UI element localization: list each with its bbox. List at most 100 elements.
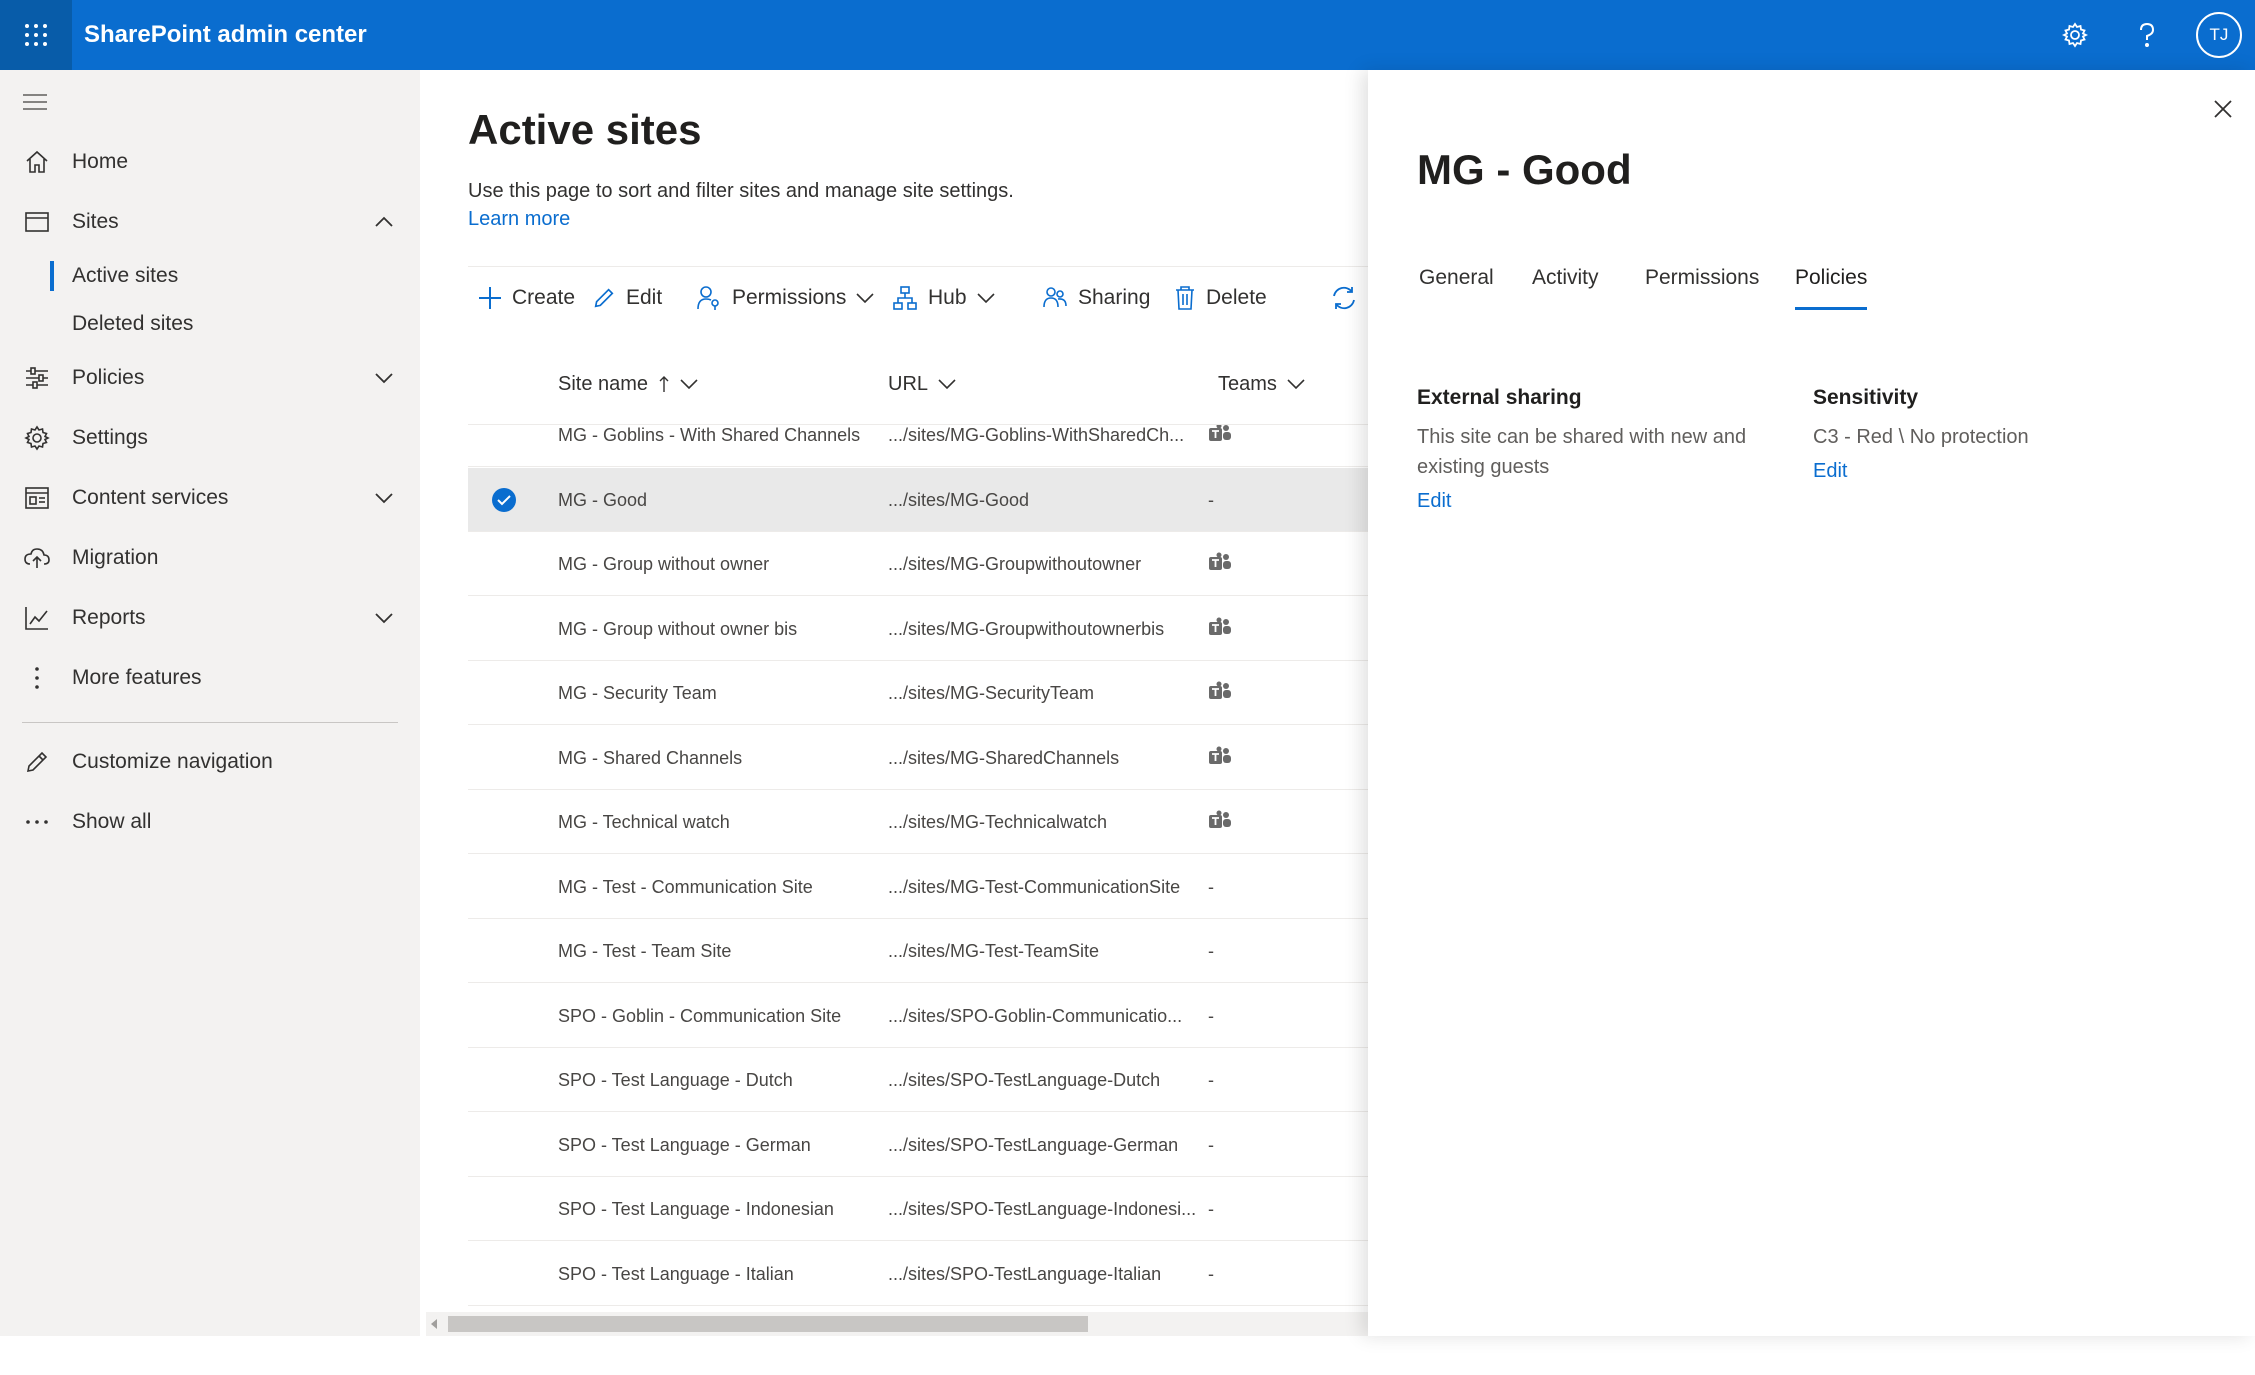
table-row[interactable]: MG - Group without owner bis .../sites/MG… [468,597,1368,661]
horizontal-scrollbar[interactable] [426,1312,1368,1336]
people-icon [1043,287,1067,308]
person-key-icon [697,286,719,310]
nav-item-deleted-sites[interactable]: Deleted sites [0,300,420,348]
nav-label-home: Home [72,150,129,173]
chevron-down-icon[interactable] [370,364,398,392]
cell-site-name[interactable]: SPO - Test Language - Indonesian [558,1177,878,1241]
cell-site-name[interactable]: MG - Goblins - With Shared Channels [558,425,878,467]
cell-site-name[interactable]: MG - Shared Channels [558,726,878,790]
app-title[interactable]: SharePoint admin center [84,0,367,70]
app-launcher-button[interactable] [0,0,72,70]
cell-site-name[interactable]: SPO - Test Language - Dutch [558,1048,878,1112]
table-row[interactable]: SPO - Test Language - Dutch .../sites/SPO… [468,1048,1368,1112]
cell-site-name[interactable]: MG - Good [558,468,878,532]
table-row[interactable]: SPO - Test Language - Indonesian .../site… [468,1177,1368,1241]
table-row[interactable]: MG - Test - Team Site .../sites/MG-Test-T… [468,919,1368,983]
cell-teams-empty: - [1208,941,1214,961]
table-row[interactable]: SPO - Goblin - Communication Site .../sit… [468,984,1368,1048]
hub-button[interactable]: Hub [892,281,995,315]
cell-site-name[interactable]: SPO - Test Language - Italian [558,1242,878,1306]
nav-item-settings[interactable]: Settings [0,410,420,466]
tab-policies-label: Policies [1795,266,1868,289]
avatar[interactable]: TJ [2196,12,2242,58]
sensitivity-edit-link[interactable]: Edit [1813,460,1847,483]
row-selected-checkmark-icon[interactable] [492,487,516,512]
table-row[interactable]: MG - Good .../sites/MG-Good - [468,467,1368,532]
cell-site-name[interactable]: MG - Security Team [558,661,878,725]
nav-item-home[interactable]: Home [0,134,420,190]
sharing-label: Sharing [1078,286,1151,309]
column-label-url: URL [888,372,929,395]
nav-item-reports[interactable]: Reports [0,590,420,646]
cell-url: .../sites/MG-Groupwithoutowner [888,554,1142,574]
chevron-down-icon [976,293,995,303]
chevron-down-icon [680,379,698,389]
cell-url: .../sites/MG-Test-TeamSite [888,941,1100,961]
cell-site-name[interactable]: SPO - Goblin - Communication Site [558,984,878,1048]
plus-icon [479,287,501,309]
nav-item-show-all[interactable]: Show all [0,794,420,850]
nav-item-customize-navigation[interactable]: Customize navigation [0,734,420,790]
collapse-nav-button[interactable] [22,90,50,114]
chevron-down-icon[interactable] [370,484,398,512]
page-description: Use this page to sort and filter sites a… [468,180,1014,202]
nav-label-show-all: Show all [72,810,152,833]
create-button[interactable]: Create [478,281,575,315]
nav-item-content-services[interactable]: Content services [0,470,420,526]
sites-icon [22,207,52,237]
cell-site-name[interactable]: MG - Group without owner bis [558,597,878,661]
nav-divider [22,722,398,723]
nav-item-migration[interactable]: Migration [0,530,420,586]
column-header-teams[interactable]: Teams [1218,364,1305,404]
learn-more-link[interactable]: Learn more [468,208,570,231]
table-row[interactable]: MG - Test - Communication Site .../sites/… [468,855,1368,919]
nav-item-more-features[interactable]: More features [0,650,420,706]
chevron-up-icon[interactable] [370,208,398,236]
delete-button[interactable]: Delete [1174,281,1267,315]
nav-item-policies[interactable]: Policies [0,350,420,406]
cell-site-name[interactable]: MG - Group without owner [558,532,878,596]
help-button[interactable] [2125,13,2169,57]
nav-item-sites[interactable]: Sites [0,194,420,250]
page-title: Active sites [468,106,702,153]
gear-icon [22,423,52,453]
nav-item-active-sites[interactable]: Active sites [0,252,420,300]
table-row[interactable]: SPO - Test Language - German .../sites/SP… [468,1113,1368,1177]
tab-activity[interactable]: Activity [1532,266,1599,310]
chevron-down-icon[interactable] [370,604,398,632]
cell-site-name[interactable]: SPO - Test Language - German [558,1113,878,1177]
settings-button[interactable] [2053,13,2097,57]
tab-permissions[interactable]: Permissions [1645,266,1759,310]
hub-label: Hub [928,286,967,309]
column-header-url[interactable]: URL [888,364,956,404]
table-row[interactable]: MG - Technical watch .../sites/MG-Technic… [468,790,1368,854]
table-row[interactable]: MG - Shared Channels .../sites/MG-SharedC… [468,726,1368,790]
table-row[interactable]: SPO - Test Language - Italian .../sites/S… [468,1242,1368,1306]
home-icon [22,147,52,177]
sensitivity-text: C3 - Red \ No protection [1813,426,2029,448]
external-sharing-edit-link[interactable]: Edit [1417,490,1451,513]
panel-title: MG - Good [1417,146,1632,193]
table-row[interactable]: MG - Security Team .../sites/MG-SecurityT… [468,661,1368,725]
cell-site-name[interactable]: MG - Test - Team Site [558,919,878,983]
refresh-button[interactable] [1330,281,1368,315]
cell-site-name[interactable]: MG - Technical watch [558,790,878,854]
table-row[interactable]: MG - Group without owner .../sites/MG-Gro… [468,532,1368,596]
table-row[interactable]: MG - Goblins - With Shared Channels .../s… [468,425,1368,467]
tab-general[interactable]: General [1419,266,1494,310]
cell-teams-empty: - [1208,1070,1214,1090]
gear-icon [2062,22,2088,48]
sharing-button[interactable]: Sharing [1042,281,1150,315]
edit-button[interactable]: Edit [592,281,662,315]
cell-site-name[interactable]: MG - Test - Communication Site [558,855,878,919]
cell-url: .../sites/MG-Groupwithoutownerbis [888,618,1165,639]
refresh-icon [1333,286,1355,310]
scroll-left-icon[interactable] [428,1318,440,1330]
permissions-button[interactable]: Permissions [696,281,874,315]
close-panel-button[interactable] [2208,94,2238,124]
cell-url: .../sites/MG-SecurityTeam [888,683,1095,703]
chevron-down-icon [1287,379,1305,389]
column-header-site-name[interactable]: Site name [558,364,698,404]
tab-policies[interactable]: Policies [1795,266,1868,310]
scrollbar-thumb[interactable] [448,1316,1088,1332]
